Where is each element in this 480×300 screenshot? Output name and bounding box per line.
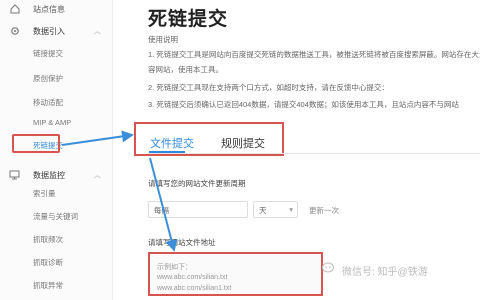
chevron-up-icon: ︿ — [94, 172, 101, 179]
sidebar-item-original-protect[interactable]: 原创保护 — [33, 73, 63, 84]
url-section-label: 请填写网站文件地址 — [148, 238, 216, 247]
page-title: 死链提交 — [148, 9, 229, 30]
sidebar-group-data-monitor[interactable]: 数据监控 ︿ — [0, 166, 112, 184]
chevron-up-icon: ︿ — [94, 28, 101, 35]
watermark-text: 微信号: 知乎@铁游 — [342, 267, 428, 278]
desc-line: 3. 死链提交后须确认已返回404数据，请提交404数据；如该使用本工具，且站点… — [148, 100, 459, 109]
url-example-label: 示例如下： — [157, 264, 192, 271]
sidebar-item-index-count[interactable]: 索引量 — [33, 188, 56, 199]
period-label: 请填写您的网站文件更新周期 — [148, 179, 246, 188]
sidebar-item-crawl-error[interactable]: 抓取异常 — [33, 280, 63, 291]
sidebar-item-mip-amp[interactable]: MIP & AMP — [33, 118, 71, 127]
sidebar-item-site-info[interactable]: 站点信息 — [0, 0, 112, 18]
tab-rule-submit[interactable]: 规则提交 — [221, 135, 265, 151]
sidebar-item-link-submit[interactable]: 链接提交 — [33, 48, 63, 59]
sidebar-item-mobile-adapt[interactable]: 移动适配 — [33, 97, 63, 108]
sidebar-group-data-index[interactable]: 数据引入 ︿ — [0, 22, 112, 40]
tab-file-submit[interactable]: 文件提交 — [150, 135, 194, 151]
desc-line: 1. 死链提交工具是网站向百度提交死链的数据推送工具，被推送死链将被百度搜索屏蔽… — [148, 50, 480, 59]
sidebar-item-label: 站点信息 — [33, 4, 65, 14]
chevron-down-icon: ▾ — [289, 205, 293, 214]
sidebar: 站点信息 数据引入 ︿ 链接提交 原创保护 移动适配 MIP & AMP 死链提… — [0, 0, 113, 300]
unit-select-value: 天 — [259, 206, 267, 215]
monitor-icon — [9, 170, 20, 181]
desc-line: 容网站，使用本工具。 — [148, 65, 223, 74]
tab-divider — [148, 153, 480, 154]
update-label: 更新一次 — [309, 206, 339, 215]
sidebar-group-label: 数据监控 — [33, 170, 65, 180]
period-select[interactable]: 每隔 — [148, 201, 248, 218]
desc-line: 2. 死链提交工具现在支持两个口方式，如超时支持，请在反馈中心提交： — [148, 83, 389, 92]
highlight-box-sidebar — [12, 134, 60, 153]
wechat-icon — [322, 262, 334, 273]
sidebar-group-label: 数据引入 — [33, 26, 65, 36]
usage-heading: 使用说明 — [148, 35, 178, 44]
gear-icon — [9, 26, 20, 37]
period-select-value: 每隔 — [154, 206, 169, 215]
main-content: 死链提交 使用说明 1. 死链提交工具是网站向百度提交死链的数据推送工具，被推送… — [113, 0, 480, 300]
sidebar-item-crawl-diagnosis[interactable]: 抓取诊断 — [33, 257, 63, 268]
url-example: www.abc.com/silian.txt — [157, 274, 228, 281]
unit-select[interactable]: 天 ▾ — [253, 201, 298, 218]
sidebar-item-traffic-keywords[interactable]: 流量与关键词 — [33, 211, 78, 222]
url-example: www.abc.com/silian1.txt — [157, 285, 232, 292]
home-icon — [9, 4, 20, 15]
sidebar-item-crawl-frequency[interactable]: 抓取频次 — [33, 234, 63, 245]
